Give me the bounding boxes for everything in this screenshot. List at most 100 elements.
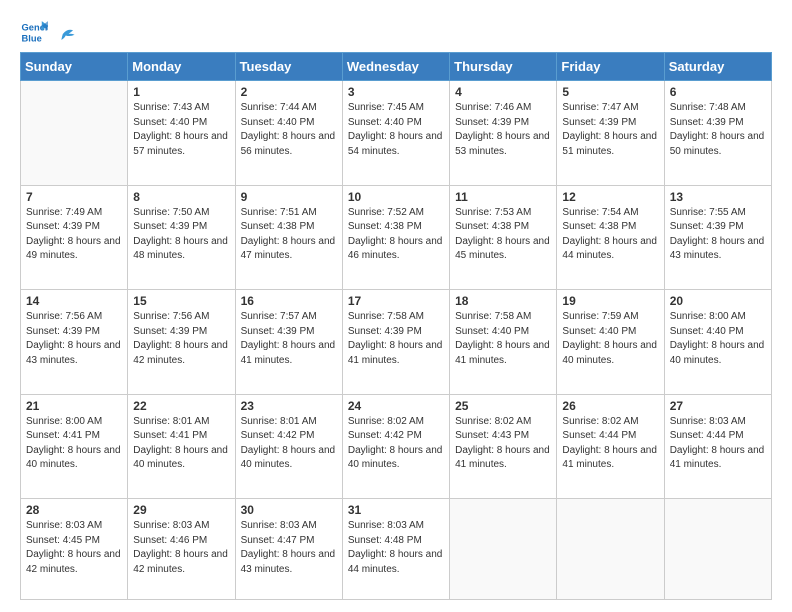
day-cell bbox=[450, 499, 557, 600]
sunrise-label: Sunrise: 7:57 AM bbox=[241, 311, 317, 322]
sunset-label: Sunset: 4:39 PM bbox=[670, 221, 744, 232]
day-number: 18 bbox=[455, 294, 551, 308]
day-number: 9 bbox=[241, 190, 337, 204]
day-number: 6 bbox=[670, 85, 766, 99]
daylight-label: Daylight: 8 hours and 40 minutes. bbox=[26, 445, 121, 471]
day-cell: 21 Sunrise: 8:00 AM Sunset: 4:41 PM Dayl… bbox=[21, 394, 128, 499]
sunrise-label: Sunrise: 8:01 AM bbox=[241, 416, 317, 427]
sunrise-label: Sunrise: 7:47 AM bbox=[562, 102, 638, 113]
col-header-saturday: Saturday bbox=[664, 53, 771, 81]
day-info: Sunrise: 7:50 AM Sunset: 4:39 PM Dayligh… bbox=[133, 206, 229, 264]
sunrise-label: Sunrise: 7:43 AM bbox=[133, 102, 209, 113]
day-cell: 13 Sunrise: 7:55 AM Sunset: 4:39 PM Dayl… bbox=[664, 185, 771, 290]
sunset-label: Sunset: 4:42 PM bbox=[241, 430, 315, 441]
page: General Blue SundayMondayTuesdayW bbox=[0, 0, 792, 612]
daylight-label: Daylight: 8 hours and 45 minutes. bbox=[455, 236, 550, 262]
daylight-label: Daylight: 8 hours and 51 minutes. bbox=[562, 131, 657, 157]
sunset-label: Sunset: 4:39 PM bbox=[133, 326, 207, 337]
day-cell: 24 Sunrise: 8:02 AM Sunset: 4:42 PM Dayl… bbox=[342, 394, 449, 499]
sunrise-label: Sunrise: 7:56 AM bbox=[133, 311, 209, 322]
day-number: 29 bbox=[133, 503, 229, 517]
sunrise-label: Sunrise: 8:03 AM bbox=[348, 520, 424, 531]
day-info: Sunrise: 8:03 AM Sunset: 4:46 PM Dayligh… bbox=[133, 519, 229, 577]
day-info: Sunrise: 7:46 AM Sunset: 4:39 PM Dayligh… bbox=[455, 101, 551, 159]
day-number: 8 bbox=[133, 190, 229, 204]
sunrise-label: Sunrise: 7:54 AM bbox=[562, 207, 638, 218]
col-header-wednesday: Wednesday bbox=[342, 53, 449, 81]
sunrise-label: Sunrise: 8:03 AM bbox=[26, 520, 102, 531]
day-cell: 25 Sunrise: 8:02 AM Sunset: 4:43 PM Dayl… bbox=[450, 394, 557, 499]
sunset-label: Sunset: 4:40 PM bbox=[670, 326, 744, 337]
day-cell: 17 Sunrise: 7:58 AM Sunset: 4:39 PM Dayl… bbox=[342, 290, 449, 395]
sunset-label: Sunset: 4:39 PM bbox=[455, 117, 529, 128]
sunset-label: Sunset: 4:39 PM bbox=[670, 117, 744, 128]
daylight-label: Daylight: 8 hours and 49 minutes. bbox=[26, 236, 121, 262]
daylight-label: Daylight: 8 hours and 44 minutes. bbox=[562, 236, 657, 262]
sunrise-label: Sunrise: 7:46 AM bbox=[455, 102, 531, 113]
day-cell: 10 Sunrise: 7:52 AM Sunset: 4:38 PM Dayl… bbox=[342, 185, 449, 290]
svg-text:Blue: Blue bbox=[22, 33, 42, 43]
sunrise-label: Sunrise: 7:49 AM bbox=[26, 207, 102, 218]
header: General Blue bbox=[20, 18, 772, 46]
day-info: Sunrise: 7:56 AM Sunset: 4:39 PM Dayligh… bbox=[133, 310, 229, 368]
week-row-1: 1 Sunrise: 7:43 AM Sunset: 4:40 PM Dayli… bbox=[21, 81, 772, 186]
sunrise-label: Sunrise: 7:58 AM bbox=[455, 311, 531, 322]
daylight-label: Daylight: 8 hours and 41 minutes. bbox=[241, 340, 336, 366]
sunrise-label: Sunrise: 8:00 AM bbox=[670, 311, 746, 322]
day-number: 5 bbox=[562, 85, 658, 99]
sunset-label: Sunset: 4:41 PM bbox=[133, 430, 207, 441]
sunset-label: Sunset: 4:39 PM bbox=[562, 117, 636, 128]
day-number: 17 bbox=[348, 294, 444, 308]
day-cell: 1 Sunrise: 7:43 AM Sunset: 4:40 PM Dayli… bbox=[128, 81, 235, 186]
day-number: 22 bbox=[133, 399, 229, 413]
sunset-label: Sunset: 4:39 PM bbox=[26, 326, 100, 337]
sunrise-label: Sunrise: 8:02 AM bbox=[562, 416, 638, 427]
day-cell: 7 Sunrise: 7:49 AM Sunset: 4:39 PM Dayli… bbox=[21, 185, 128, 290]
col-header-monday: Monday bbox=[128, 53, 235, 81]
day-info: Sunrise: 7:49 AM Sunset: 4:39 PM Dayligh… bbox=[26, 206, 122, 264]
sunset-label: Sunset: 4:45 PM bbox=[26, 535, 100, 546]
day-number: 28 bbox=[26, 503, 122, 517]
daylight-label: Daylight: 8 hours and 43 minutes. bbox=[241, 549, 336, 575]
day-info: Sunrise: 8:01 AM Sunset: 4:41 PM Dayligh… bbox=[133, 415, 229, 473]
day-number: 4 bbox=[455, 85, 551, 99]
sunset-label: Sunset: 4:38 PM bbox=[455, 221, 529, 232]
week-row-3: 14 Sunrise: 7:56 AM Sunset: 4:39 PM Dayl… bbox=[21, 290, 772, 395]
daylight-label: Daylight: 8 hours and 46 minutes. bbox=[348, 236, 443, 262]
sunrise-label: Sunrise: 7:50 AM bbox=[133, 207, 209, 218]
sunrise-label: Sunrise: 7:59 AM bbox=[562, 311, 638, 322]
day-info: Sunrise: 8:01 AM Sunset: 4:42 PM Dayligh… bbox=[241, 415, 337, 473]
day-info: Sunrise: 8:03 AM Sunset: 4:48 PM Dayligh… bbox=[348, 519, 444, 577]
sunrise-label: Sunrise: 7:58 AM bbox=[348, 311, 424, 322]
day-cell: 2 Sunrise: 7:44 AM Sunset: 4:40 PM Dayli… bbox=[235, 81, 342, 186]
sunset-label: Sunset: 4:39 PM bbox=[348, 326, 422, 337]
calendar-body: 1 Sunrise: 7:43 AM Sunset: 4:40 PM Dayli… bbox=[21, 81, 772, 600]
week-row-4: 21 Sunrise: 8:00 AM Sunset: 4:41 PM Dayl… bbox=[21, 394, 772, 499]
day-info: Sunrise: 8:02 AM Sunset: 4:43 PM Dayligh… bbox=[455, 415, 551, 473]
day-info: Sunrise: 8:02 AM Sunset: 4:44 PM Dayligh… bbox=[562, 415, 658, 473]
sunset-label: Sunset: 4:41 PM bbox=[26, 430, 100, 441]
sunrise-label: Sunrise: 8:00 AM bbox=[26, 416, 102, 427]
sunrise-label: Sunrise: 7:53 AM bbox=[455, 207, 531, 218]
daylight-label: Daylight: 8 hours and 41 minutes. bbox=[562, 445, 657, 471]
day-cell: 11 Sunrise: 7:53 AM Sunset: 4:38 PM Dayl… bbox=[450, 185, 557, 290]
day-info: Sunrise: 7:48 AM Sunset: 4:39 PM Dayligh… bbox=[670, 101, 766, 159]
day-info: Sunrise: 8:03 AM Sunset: 4:47 PM Dayligh… bbox=[241, 519, 337, 577]
day-number: 21 bbox=[26, 399, 122, 413]
day-number: 11 bbox=[455, 190, 551, 204]
day-number: 10 bbox=[348, 190, 444, 204]
day-info: Sunrise: 7:45 AM Sunset: 4:40 PM Dayligh… bbox=[348, 101, 444, 159]
day-cell: 14 Sunrise: 7:56 AM Sunset: 4:39 PM Dayl… bbox=[21, 290, 128, 395]
day-number: 15 bbox=[133, 294, 229, 308]
col-header-sunday: Sunday bbox=[21, 53, 128, 81]
day-cell: 18 Sunrise: 7:58 AM Sunset: 4:40 PM Dayl… bbox=[450, 290, 557, 395]
day-number: 1 bbox=[133, 85, 229, 99]
daylight-label: Daylight: 8 hours and 50 minutes. bbox=[670, 131, 765, 157]
day-info: Sunrise: 8:00 AM Sunset: 4:41 PM Dayligh… bbox=[26, 415, 122, 473]
week-row-5: 28 Sunrise: 8:03 AM Sunset: 4:45 PM Dayl… bbox=[21, 499, 772, 600]
day-info: Sunrise: 7:58 AM Sunset: 4:40 PM Dayligh… bbox=[455, 310, 551, 368]
day-info: Sunrise: 7:51 AM Sunset: 4:38 PM Dayligh… bbox=[241, 206, 337, 264]
day-cell: 26 Sunrise: 8:02 AM Sunset: 4:44 PM Dayl… bbox=[557, 394, 664, 499]
day-info: Sunrise: 7:59 AM Sunset: 4:40 PM Dayligh… bbox=[562, 310, 658, 368]
day-number: 2 bbox=[241, 85, 337, 99]
